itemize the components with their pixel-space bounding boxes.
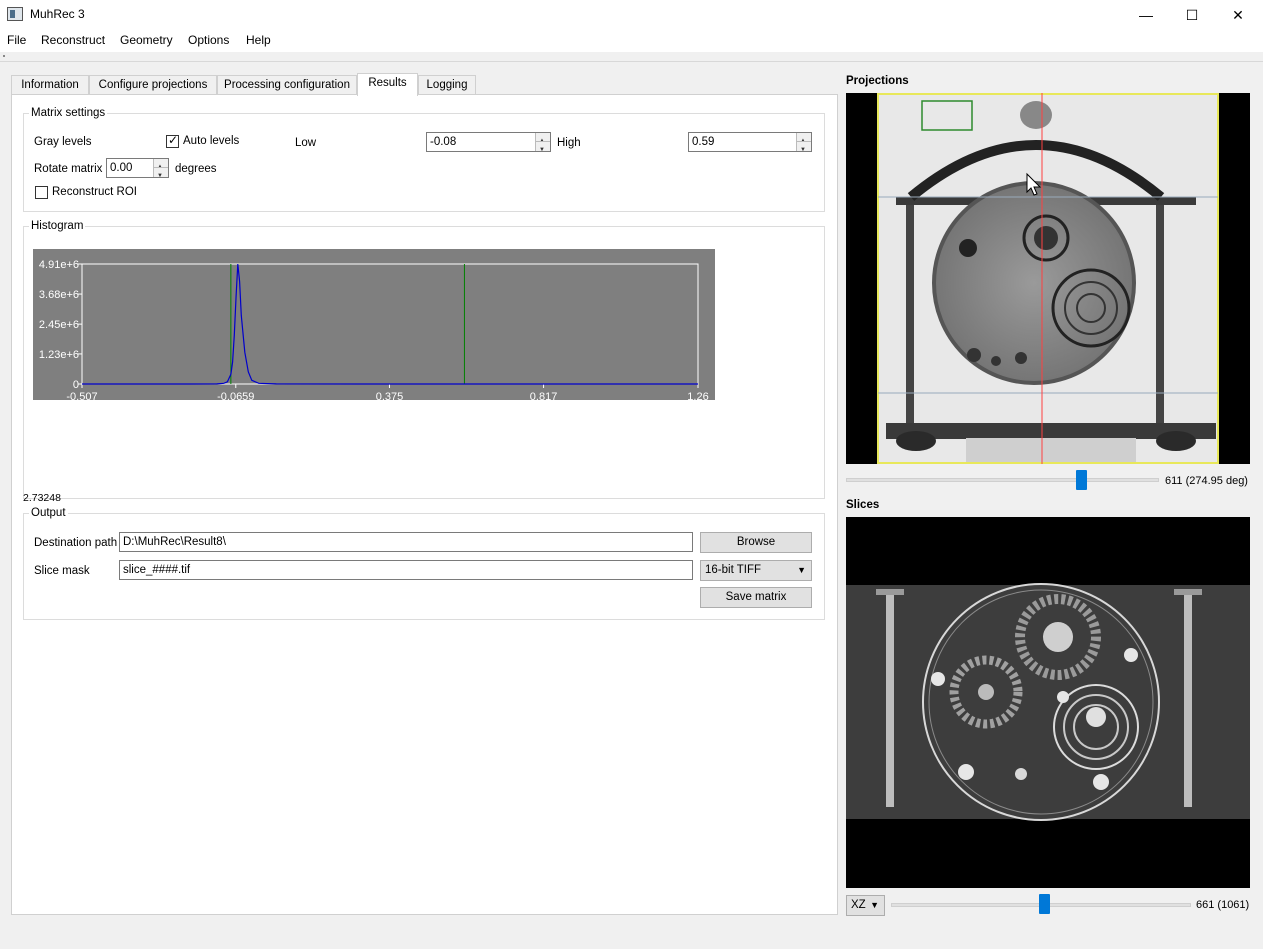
maximize-button[interactable]: ☐	[1169, 0, 1215, 30]
high-value: 0.59	[692, 136, 715, 148]
x-tick-label: -0.507	[66, 391, 97, 400]
slice-image[interactable]	[846, 517, 1250, 888]
file-format-select[interactable]: 16-bit TIFF ▼	[700, 560, 812, 581]
app-icon	[7, 7, 23, 21]
menu-geometry[interactable]: Geometry	[120, 33, 173, 47]
auto-levels-checkbox[interactable]	[166, 133, 179, 148]
histogram-title: Histogram	[29, 220, 86, 232]
y-tick-label: 3.68e+6	[39, 289, 79, 301]
tab-logging[interactable]: Logging	[418, 75, 476, 95]
destination-path-label: Destination path	[34, 537, 118, 549]
reconstruct-roi-checkbox[interactable]	[35, 186, 48, 199]
matrix-settings-title: Matrix settings	[29, 107, 108, 119]
histogram-background	[33, 249, 715, 400]
projections-title: Projections	[846, 75, 909, 87]
low-spin-arrows-icon[interactable]	[535, 133, 550, 151]
x-tick-label: 0.817	[530, 391, 558, 400]
rotate-spin-arrows-icon[interactable]	[153, 159, 168, 177]
chevron-down-icon: ▼	[797, 565, 806, 575]
auto-levels-label: Auto levels	[183, 135, 240, 147]
low-value: -0.08	[430, 136, 457, 148]
low-label: Low	[295, 137, 317, 149]
slice-index-text: 661 (1061)	[1196, 899, 1250, 911]
destination-path-input[interactable]: D:\MuhRec\Result8\	[119, 532, 693, 552]
tab-processing-configuration[interactable]: Processing configuration	[217, 75, 357, 95]
high-spinbox[interactable]: 0.59	[688, 132, 812, 152]
reconstruct-roi-label: Reconstruct ROI	[52, 186, 137, 198]
y-tick-label: 0	[73, 379, 79, 391]
menu-options[interactable]: Options	[188, 33, 229, 47]
slice-mask-label: Slice mask	[34, 565, 90, 577]
rotate-matrix-spinbox[interactable]: 0.00	[106, 158, 169, 178]
x-tick-label: 1.26	[687, 391, 708, 400]
slice-plane-value: XZ	[851, 899, 866, 911]
chevron-down-icon: ▼	[870, 900, 879, 910]
output-title: Output	[29, 507, 68, 519]
slices-title: Slices	[846, 499, 880, 511]
save-matrix-button[interactable]: Save matrix	[700, 587, 812, 608]
menu-file[interactable]: File	[7, 33, 26, 47]
projection-slider-track[interactable]	[846, 478, 1159, 482]
close-button[interactable]: ✕	[1215, 0, 1261, 30]
file-format-value: 16-bit TIFF	[705, 564, 762, 576]
browse-button[interactable]: Browse	[700, 532, 812, 553]
results-tab-panel	[11, 94, 838, 915]
projection-slider-thumb[interactable]	[1075, 470, 1087, 490]
rotate-matrix-label: Rotate matrix	[34, 163, 103, 175]
y-tick-label: 4.91e+6	[39, 259, 79, 271]
gray-levels-label: Gray levels	[34, 136, 92, 148]
menu-reconstruct[interactable]: Reconstruct	[41, 33, 105, 47]
title-bar: MuhRec 3 — ☐ ✕	[0, 0, 1263, 30]
menu-bar: File Reconstruct Geometry Options Help	[0, 30, 1263, 52]
window-title: MuhRec 3	[30, 7, 85, 21]
projection-image[interactable]	[846, 93, 1250, 464]
high-label: High	[557, 137, 581, 149]
tab-configure-projections[interactable]: Configure projections	[89, 75, 217, 95]
tab-information[interactable]: Information	[11, 75, 89, 95]
x-tick-label: 0.375	[376, 391, 404, 400]
slice-plane-select[interactable]: XZ ▼	[846, 895, 885, 916]
slice-mask-input[interactable]: slice_####.tif	[119, 560, 693, 580]
high-spin-arrows-icon[interactable]	[796, 133, 811, 151]
low-spinbox[interactable]: -0.08	[426, 132, 551, 152]
x-tick-label: -0.0659	[217, 391, 254, 400]
y-tick-label: 2.45e+6	[39, 319, 79, 331]
degrees-label: degrees	[175, 163, 217, 175]
projection-index-text: 611 (274.95 deg)	[1165, 475, 1248, 487]
minimize-button[interactable]: —	[1123, 0, 1169, 30]
status-bar	[0, 945, 1263, 949]
rotate-value: 0.00	[110, 162, 133, 174]
slice-slider-thumb[interactable]	[1039, 894, 1050, 914]
histogram-bottom-value: 2.73248	[23, 492, 61, 504]
histogram-chart[interactable]: 0 1.23e+6 2.45e+6 3.68e+6 4.91e+6 -0.507 -0.06…	[33, 249, 715, 400]
menu-help[interactable]: Help	[246, 33, 271, 47]
y-tick-label: 1.23e+6	[39, 349, 79, 361]
toolbar-separator	[0, 52, 1263, 62]
tab-results[interactable]: Results	[357, 73, 418, 96]
